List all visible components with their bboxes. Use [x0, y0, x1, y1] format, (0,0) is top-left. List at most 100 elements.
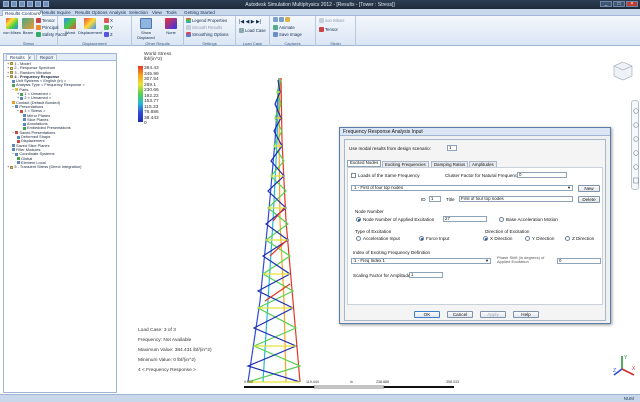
safety-factor-icon: [36, 32, 41, 38]
group-other-results: Show Displaced None Other Results: [132, 16, 184, 46]
ok-button[interactable]: OK: [414, 311, 440, 318]
worst-icon: [64, 18, 76, 29]
show-displaced-button[interactable]: Show Displaced: [134, 17, 158, 40]
coordinate-systems-icon: [15, 152, 19, 156]
title-input[interactable]: First of four top nodes: [459, 196, 573, 202]
phase-shift-label: Phase Shift (in degrees) of Applied Exci…: [497, 255, 545, 265]
tensor-button[interactable]: Tensor: [36, 18, 55, 24]
saved-slice-planes-icon: [12, 144, 15, 148]
base-acceleration-label: Base Acceleration Motion: [506, 217, 558, 222]
load-case-button[interactable]: Load Case: [239, 28, 266, 34]
load-case-navigation[interactable]: |◀ ◀ ▶ ▶|: [239, 19, 261, 25]
node-applied-input[interactable]: 27: [443, 216, 487, 222]
displacement-button[interactable]: Displacement: [78, 17, 102, 39]
legend-value: 38.443: [144, 115, 159, 121]
folder-icon: [10, 66, 14, 70]
capture-icons: [273, 17, 291, 23]
legend-properties-button[interactable]: Legend Properties: [186, 18, 227, 24]
folder-icon: [10, 71, 14, 75]
maximize-icon[interactable]: □: [613, 1, 625, 7]
strain-tensor-icon: [319, 27, 324, 33]
help-button[interactable]: Help: [513, 311, 539, 318]
group-load-case-options: |◀ ◀ ▶ ▶| Load Case Load Case Options: [236, 16, 270, 51]
strain-von-mises-icon: [319, 18, 324, 24]
show-displaced-icon: [140, 18, 152, 29]
group-strain: von Mises Tensor Strain: [316, 16, 356, 46]
legend-value: 269.1: [144, 82, 157, 88]
mirror-planes-icon: [23, 114, 26, 118]
tab-results[interactable]: Results: [6, 54, 29, 60]
x-button[interactable]: X: [104, 18, 113, 24]
cluster-factor-input[interactable]: 0: [517, 172, 567, 178]
scaling-factor-input[interactable]: 1: [409, 272, 443, 278]
axis-triad: Y X Z: [612, 353, 638, 379]
legend-value: 345.99: [144, 71, 159, 77]
slice-planes-icon: [23, 118, 26, 122]
smooth-results-button[interactable]: Smooth Results: [186, 25, 222, 31]
maximum-value-info: Maximum Value: 384.431 lbf/(in^2): [138, 348, 212, 353]
none-button[interactable]: None: [160, 17, 182, 39]
x-direction-radio[interactable]: [483, 236, 488, 241]
z-direction-radio[interactable]: [565, 236, 570, 241]
id-input[interactable]: 1: [429, 196, 441, 202]
group-displacement: Worst Displacement X Y Z Displacement: [58, 16, 132, 46]
capture-folder-icon[interactable]: [285, 17, 290, 23]
force-input-radio[interactable]: [419, 236, 424, 241]
use-modal-input[interactable]: 1: [447, 145, 457, 151]
acceleration-input-radio[interactable]: [356, 236, 361, 241]
delete-button[interactable]: Delete: [578, 196, 600, 203]
num-lock-indicator: NUM: [623, 396, 634, 401]
window-controls: _ □ ×: [600, 1, 638, 7]
app-window: Autodesk Simulation Multiphysics 2012 - …: [0, 0, 640, 402]
navigation-bar[interactable]: [631, 100, 639, 190]
smooth-results-icon: [186, 25, 191, 31]
strain-tensor-button[interactable]: Tensor: [319, 27, 338, 33]
z-button[interactable]: Z: [104, 32, 113, 38]
loads-same-frequency-label: Loads of the Same Frequency: [358, 173, 420, 178]
minimize-icon[interactable]: _: [600, 1, 612, 7]
strain-von-mises-button[interactable]: von Mises: [319, 18, 344, 24]
save-image-button[interactable]: Save Image: [273, 32, 302, 38]
saved-presentations-icon: [15, 131, 19, 135]
tab-report[interactable]: Report: [36, 54, 58, 60]
tensor-icon: [36, 18, 41, 24]
smoothing-options-button[interactable]: Smoothing Options: [186, 32, 229, 38]
apply-button[interactable]: Apply: [480, 311, 506, 318]
unit-systems-icon: [12, 79, 15, 83]
legend-properties-icon: [186, 18, 191, 24]
status-bar: NUM: [0, 394, 640, 402]
svg-text:Z: Z: [613, 368, 616, 374]
load-set-select[interactable]: 1 - First of four top nodes ▼: [351, 185, 573, 191]
animate-button[interactable]: Animate: [273, 25, 295, 31]
tab-excited-nodes[interactable]: Excited Nodes: [347, 160, 382, 167]
ruler-tick: 0.000: [244, 380, 253, 384]
tree-item[interactable]: + 5 - Transient Stress (Direct Integrati…: [6, 164, 114, 169]
tree-tabs: FEA Editor Results Report: [4, 54, 116, 61]
smoothing-options-icon: [186, 32, 191, 38]
ribbon-tabs: Results Contours Results Inquire Results…: [0, 9, 640, 16]
view-cube[interactable]: [612, 60, 634, 82]
legend-value: 153.77: [144, 99, 159, 104]
capture-view-icon[interactable]: [273, 17, 278, 23]
principal-button[interactable]: Principal: [36, 25, 58, 31]
close-icon[interactable]: ×: [626, 1, 638, 7]
y-direction-radio[interactable]: [525, 236, 530, 241]
z-axis-icon: [104, 32, 109, 38]
load-case-info: Load Case: 3 of 3: [138, 328, 176, 333]
force-input-label: Force Input: [426, 236, 450, 241]
y-button[interactable]: Y: [104, 25, 113, 31]
legend-value: 76.886: [144, 110, 159, 115]
folder-icon: [10, 75, 14, 79]
cancel-button[interactable]: Cancel: [447, 311, 473, 318]
new-button[interactable]: New: [578, 185, 600, 192]
node-applied-radio[interactable]: [356, 217, 361, 222]
base-acceleration-radio[interactable]: [499, 217, 504, 222]
loads-same-frequency-checkbox[interactable]: [351, 173, 356, 178]
global-axis-icon: [17, 157, 20, 160]
capture-video-icon[interactable]: [279, 17, 284, 23]
ruler-tick: 358.333: [446, 380, 459, 384]
frequency-index-select[interactable]: 1 - Freq Index 1 ▼: [351, 258, 491, 264]
title-label: Title: [446, 197, 455, 202]
phase-shift-input[interactable]: 0: [557, 258, 601, 264]
legend-value: 307.54: [144, 77, 159, 82]
